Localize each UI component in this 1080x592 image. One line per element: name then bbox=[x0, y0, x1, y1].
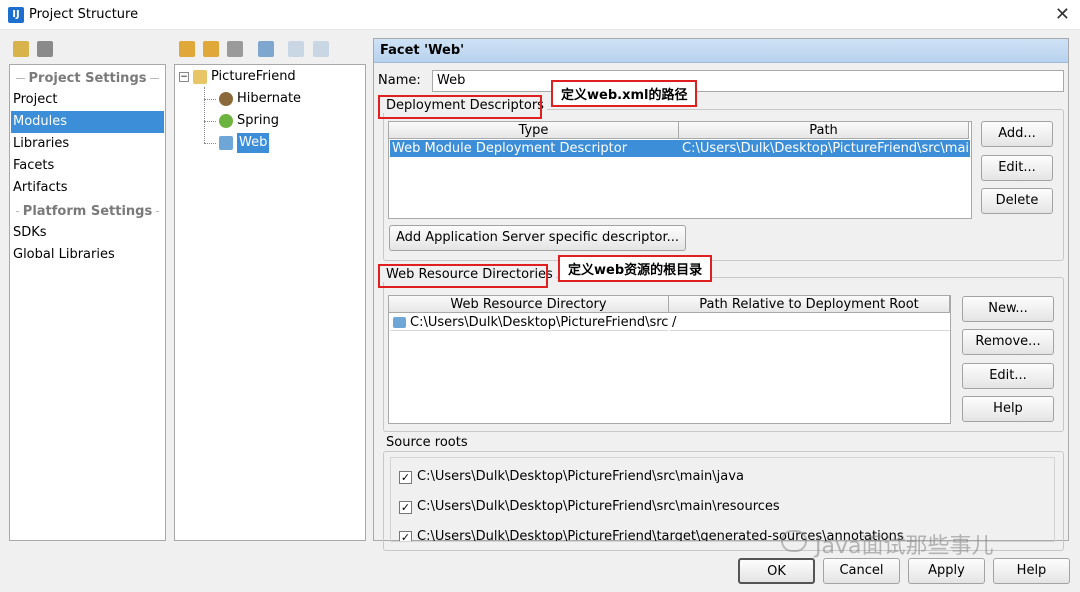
source-root-checkbox[interactable]: ✓ bbox=[399, 531, 412, 541]
column-header-type[interactable]: Type bbox=[389, 122, 679, 139]
annotation-highlight bbox=[378, 264, 548, 288]
platform-settings-heading: Platform Settings bbox=[12, 202, 163, 220]
nav-modules[interactable]: Modules bbox=[11, 111, 164, 133]
tree-root-label: PictureFriend bbox=[211, 69, 296, 84]
nav-sdks[interactable]: SDKs bbox=[11, 222, 164, 244]
edit-descriptor-button[interactable]: Edit... bbox=[981, 155, 1053, 181]
intellij-app-icon: IJ bbox=[8, 7, 24, 23]
spring-icon bbox=[219, 114, 233, 128]
nav-project[interactable]: Project bbox=[11, 89, 164, 111]
add-server-descriptor-button[interactable]: Add Application Server specific descript… bbox=[389, 225, 686, 251]
facet-header: Facet 'Web' bbox=[374, 39, 1068, 63]
annotation-highlight bbox=[378, 95, 542, 119]
collapse-all-icon[interactable] bbox=[313, 41, 329, 57]
nav-artifacts[interactable]: Artifacts bbox=[11, 177, 164, 199]
source-root-path: C:\Users\Dulk\Desktop\PictureFriend\src\… bbox=[417, 499, 780, 514]
web-folder-icon bbox=[393, 317, 406, 328]
module-tree-panel: − PictureFriend Hibernate Spring Web bbox=[174, 64, 366, 541]
table-cell-path: C:\Users\Dulk\Desktop\PictureFriend\src\… bbox=[682, 141, 969, 156]
tree-node-spring[interactable]: Spring bbox=[219, 111, 279, 131]
nav-global-libraries[interactable]: Global Libraries bbox=[11, 244, 164, 266]
help-resource-button[interactable]: Help bbox=[962, 396, 1054, 422]
annotation-callout: 定义web.xml的路径 bbox=[551, 80, 698, 107]
source-root-checkbox[interactable]: ✓ bbox=[399, 501, 412, 514]
source-root-path: C:\Users\Dulk\Desktop\PictureFriend\src\… bbox=[417, 469, 744, 484]
back-icon[interactable] bbox=[13, 41, 29, 57]
source-root-checkbox[interactable]: ✓ bbox=[399, 471, 412, 484]
name-input[interactable]: Web bbox=[432, 70, 1064, 92]
expand-all-icon[interactable] bbox=[288, 41, 304, 57]
project-settings-heading: Project Settings bbox=[12, 69, 163, 87]
column-header-path[interactable]: Path bbox=[679, 122, 969, 139]
tree-node-hibernate[interactable]: Hibernate bbox=[219, 89, 301, 109]
close-icon[interactable]: ✕ bbox=[1055, 4, 1070, 25]
settings-nav-panel: Project Settings Project Modules Librari… bbox=[9, 64, 166, 541]
tree-connector bbox=[204, 143, 216, 144]
table-cell-directory: C:\Users\Dulk\Desktop\PictureFriend\src.… bbox=[390, 314, 668, 331]
tree-web-label: Web bbox=[237, 133, 270, 153]
name-label: Name: bbox=[378, 73, 421, 88]
collapse-toggle-icon[interactable]: − bbox=[179, 72, 189, 82]
wechat-logo-icon bbox=[781, 530, 807, 552]
nav-facets[interactable]: Facets bbox=[11, 155, 164, 177]
remove-icon[interactable] bbox=[203, 41, 219, 57]
new-resource-button[interactable]: New... bbox=[962, 296, 1054, 322]
column-header-directory[interactable]: Web Resource Directory bbox=[389, 296, 669, 313]
nav-libraries[interactable]: Libraries bbox=[11, 133, 164, 155]
tree-node-web[interactable]: Web bbox=[219, 133, 270, 153]
deployment-descriptors-table[interactable]: Type Path Web Module Deployment Descript… bbox=[388, 121, 972, 219]
add-icon[interactable] bbox=[179, 41, 195, 57]
cancel-button[interactable]: Cancel bbox=[823, 558, 900, 584]
table-cell-type: Web Module Deployment Descriptor bbox=[392, 141, 628, 156]
remove-resource-button[interactable]: Remove... bbox=[962, 329, 1054, 355]
watermark-text: Java面试那些事儿 bbox=[815, 534, 994, 559]
tree-spring-label: Spring bbox=[237, 113, 279, 128]
column-header-relative-path[interactable]: Path Relative to Deployment Root bbox=[669, 296, 950, 313]
hibernate-icon bbox=[219, 92, 233, 106]
forward-icon[interactable] bbox=[37, 41, 53, 57]
delete-descriptor-button[interactable]: Delete bbox=[981, 188, 1053, 214]
copy-icon[interactable] bbox=[227, 41, 243, 57]
tree-hibernate-label: Hibernate bbox=[237, 91, 302, 106]
annotation-callout: 定义web资源的根目录 bbox=[558, 255, 713, 282]
module-folder-icon bbox=[193, 70, 207, 84]
edit-resource-button[interactable]: Edit... bbox=[962, 363, 1054, 389]
apply-button[interactable]: Apply bbox=[908, 558, 985, 584]
table-cell-relative-path: / bbox=[670, 314, 950, 331]
web-facet-icon bbox=[219, 136, 233, 150]
tree-connector bbox=[204, 87, 205, 143]
window-title: Project Structure bbox=[29, 7, 139, 22]
add-descriptor-button[interactable]: Add... bbox=[981, 121, 1053, 147]
search-icon[interactable] bbox=[258, 41, 274, 57]
help-button[interactable]: Help bbox=[993, 558, 1070, 584]
source-roots-title: Source roots bbox=[383, 435, 471, 450]
web-resource-table[interactable]: Web Resource Directory Path Relative to … bbox=[388, 295, 951, 424]
title-bar: IJ Project Structure ✕ bbox=[0, 0, 1080, 30]
tree-node-root[interactable]: − PictureFriend bbox=[179, 67, 296, 87]
tree-connector bbox=[204, 121, 216, 122]
ok-button[interactable]: OK bbox=[738, 558, 815, 584]
tree-connector bbox=[204, 99, 216, 100]
